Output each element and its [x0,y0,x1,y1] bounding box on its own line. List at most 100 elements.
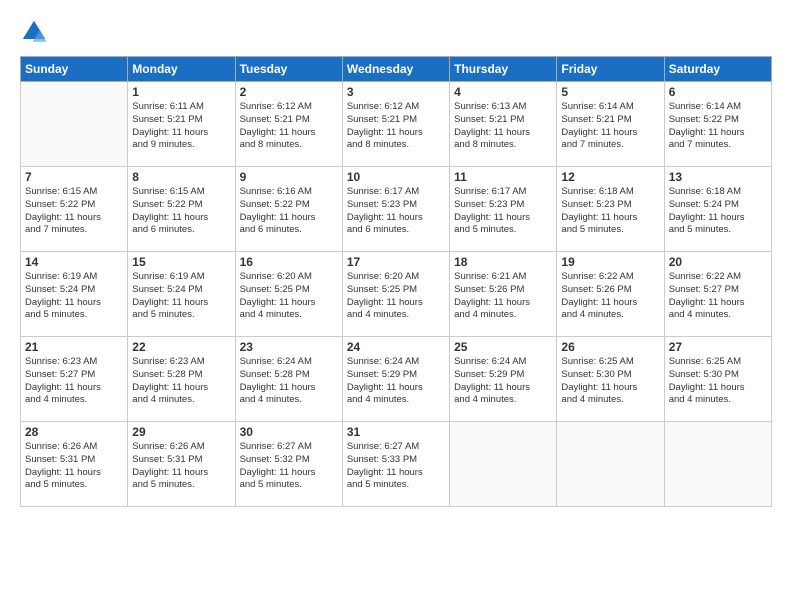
cell-info: Sunrise: 6:16 AMSunset: 5:22 PMDaylight:… [240,186,338,237]
cell-info: Sunrise: 6:23 AMSunset: 5:27 PMDaylight:… [25,356,123,407]
week-row-5: 28 Sunrise: 6:26 AMSunset: 5:31 PMDayligh… [21,422,772,507]
calendar-cell: 15 Sunrise: 6:19 AMSunset: 5:24 PMDayligh… [128,252,235,337]
day-number: 3 [347,85,445,99]
calendar-cell: 6 Sunrise: 6:14 AMSunset: 5:22 PMDaylight… [664,82,771,167]
day-number: 6 [669,85,767,99]
calendar-cell: 10 Sunrise: 6:17 AMSunset: 5:23 PMDayligh… [342,167,449,252]
day-number: 9 [240,170,338,184]
cell-info: Sunrise: 6:11 AMSunset: 5:21 PMDaylight:… [132,101,230,152]
calendar-cell: 19Sunrise: 6:22 AMSunset: 5:26 PMDayligh… [557,252,664,337]
day-number: 28 [25,425,123,439]
day-number: 13 [669,170,767,184]
day-number: 2 [240,85,338,99]
day-header-tuesday: Tuesday [235,57,342,82]
cell-info: Sunrise: 6:23 AMSunset: 5:28 PMDaylight:… [132,356,230,407]
calendar-cell [450,422,557,507]
day-number: 31 [347,425,445,439]
cell-info: Sunrise: 6:20 AMSunset: 5:25 PMDaylight:… [347,271,445,322]
day-header-saturday: Saturday [664,57,771,82]
day-number: 30 [240,425,338,439]
calendar-cell: 9 Sunrise: 6:16 AMSunset: 5:22 PMDaylight… [235,167,342,252]
calendar-cell: 17 Sunrise: 6:20 AMSunset: 5:25 PMDayligh… [342,252,449,337]
day-number: 16 [240,255,338,269]
day-number: 5 [561,85,659,99]
logo-icon [20,18,48,46]
cell-info: Sunrise: 6:15 AMSunset: 5:22 PMDaylight:… [132,186,230,237]
cell-info: Sunrise: 6:12 AMSunset: 5:21 PMDaylight:… [347,101,445,152]
calendar-cell: 4 Sunrise: 6:13 AMSunset: 5:21 PMDaylight… [450,82,557,167]
calendar-cell: 18 Sunrise: 6:21 AMSunset: 5:26 PMDayligh… [450,252,557,337]
cell-info: Sunrise: 6:24 AMSunset: 5:28 PMDaylight:… [240,356,338,407]
cell-info: Sunrise: 6:24 AMSunset: 5:29 PMDaylight:… [454,356,552,407]
calendar-cell: 3 Sunrise: 6:12 AMSunset: 5:21 PMDaylight… [342,82,449,167]
week-row-3: 14 Sunrise: 6:19 AMSunset: 5:24 PMDayligh… [21,252,772,337]
day-number: 7 [25,170,123,184]
calendar-cell: 22 Sunrise: 6:23 AMSunset: 5:28 PMDayligh… [128,337,235,422]
cell-info: Sunrise: 6:15 AMSunset: 5:22 PMDaylight:… [25,186,123,237]
day-number: 10 [347,170,445,184]
day-number: 20 [669,255,767,269]
day-number: 11 [454,170,552,184]
week-row-2: 7 Sunrise: 6:15 AMSunset: 5:22 PMDaylight… [21,167,772,252]
day-number: 18 [454,255,552,269]
cell-info: Sunrise: 6:27 AMSunset: 5:33 PMDaylight:… [347,441,445,492]
cell-info: Sunrise: 6:26 AMSunset: 5:31 PMDaylight:… [132,441,230,492]
cell-info: Sunrise: 6:14 AMSunset: 5:22 PMDaylight:… [669,101,767,152]
cell-info: Sunrise: 6:14 AMSunset: 5:21 PMDaylight:… [561,101,659,152]
calendar-cell: 24 Sunrise: 6:24 AMSunset: 5:29 PMDayligh… [342,337,449,422]
calendar-cell: 21 Sunrise: 6:23 AMSunset: 5:27 PMDayligh… [21,337,128,422]
calendar-cell: 31 Sunrise: 6:27 AMSunset: 5:33 PMDayligh… [342,422,449,507]
calendar-cell [557,422,664,507]
cell-info: Sunrise: 6:13 AMSunset: 5:21 PMDaylight:… [454,101,552,152]
calendar-cell: 11 Sunrise: 6:17 AMSunset: 5:23 PMDayligh… [450,167,557,252]
cell-info: Sunrise: 6:17 AMSunset: 5:23 PMDaylight:… [454,186,552,237]
calendar-cell: 29 Sunrise: 6:26 AMSunset: 5:31 PMDayligh… [128,422,235,507]
week-row-1: 1 Sunrise: 6:11 AMSunset: 5:21 PMDaylight… [21,82,772,167]
cell-info: Sunrise: 6:21 AMSunset: 5:26 PMDaylight:… [454,271,552,322]
calendar-cell: 27Sunrise: 6:25 AMSunset: 5:30 PMDayligh… [664,337,771,422]
cell-info: Sunrise: 6:24 AMSunset: 5:29 PMDaylight:… [347,356,445,407]
calendar-cell: 2Sunrise: 6:12 AMSunset: 5:21 PMDaylight… [235,82,342,167]
calendar-cell: 26 Sunrise: 6:25 AMSunset: 5:30 PMDayligh… [557,337,664,422]
calendar-cell: 5 Sunrise: 6:14 AMSunset: 5:21 PMDaylight… [557,82,664,167]
calendar-cell: 30 Sunrise: 6:27 AMSunset: 5:32 PMDayligh… [235,422,342,507]
calendar-cell: 7 Sunrise: 6:15 AMSunset: 5:22 PMDaylight… [21,167,128,252]
calendar: SundayMondayTuesdayWednesdayThursdayFrid… [20,56,772,507]
day-number: 14 [25,255,123,269]
calendar-cell: 16 Sunrise: 6:20 AMSunset: 5:25 PMDayligh… [235,252,342,337]
day-number: 12 [561,170,659,184]
header-row: SundayMondayTuesdayWednesdayThursdayFrid… [21,57,772,82]
calendar-cell: 28 Sunrise: 6:26 AMSunset: 5:31 PMDayligh… [21,422,128,507]
day-number: 29 [132,425,230,439]
cell-info: Sunrise: 6:25 AMSunset: 5:30 PMDaylight:… [561,356,659,407]
day-number: 22 [132,340,230,354]
day-number: 17 [347,255,445,269]
cell-info: Sunrise: 6:17 AMSunset: 5:23 PMDaylight:… [347,186,445,237]
cell-info: Sunrise: 6:19 AMSunset: 5:24 PMDaylight:… [132,271,230,322]
calendar-cell [21,82,128,167]
calendar-cell: 1 Sunrise: 6:11 AMSunset: 5:21 PMDaylight… [128,82,235,167]
day-number: 25 [454,340,552,354]
day-number: 24 [347,340,445,354]
calendar-cell: 12Sunrise: 6:18 AMSunset: 5:23 PMDayligh… [557,167,664,252]
cell-info: Sunrise: 6:26 AMSunset: 5:31 PMDaylight:… [25,441,123,492]
cell-info: Sunrise: 6:27 AMSunset: 5:32 PMDaylight:… [240,441,338,492]
cell-info: Sunrise: 6:25 AMSunset: 5:30 PMDaylight:… [669,356,767,407]
day-number: 21 [25,340,123,354]
day-number: 26 [561,340,659,354]
day-header-sunday: Sunday [21,57,128,82]
cell-info: Sunrise: 6:20 AMSunset: 5:25 PMDaylight:… [240,271,338,322]
calendar-cell: 13Sunrise: 6:18 AMSunset: 5:24 PMDayligh… [664,167,771,252]
week-row-4: 21 Sunrise: 6:23 AMSunset: 5:27 PMDayligh… [21,337,772,422]
page: SundayMondayTuesdayWednesdayThursdayFrid… [0,0,792,612]
day-number: 1 [132,85,230,99]
day-header-friday: Friday [557,57,664,82]
day-number: 15 [132,255,230,269]
day-header-monday: Monday [128,57,235,82]
cell-info: Sunrise: 6:22 AMSunset: 5:27 PMDaylight:… [669,271,767,322]
calendar-cell: 20 Sunrise: 6:22 AMSunset: 5:27 PMDayligh… [664,252,771,337]
calendar-cell: 8Sunrise: 6:15 AMSunset: 5:22 PMDaylight… [128,167,235,252]
day-number: 4 [454,85,552,99]
header [20,18,772,46]
logo [20,18,50,46]
